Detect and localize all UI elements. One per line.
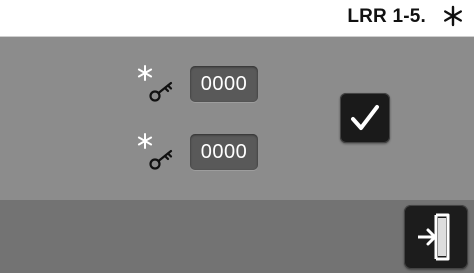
main-panel [0, 37, 474, 200]
key-asterisk-icon [136, 64, 182, 106]
asterisk-icon [442, 5, 464, 27]
code-input-1[interactable]: 0000 [190, 66, 258, 102]
code-input-2[interactable]: 0000 [190, 134, 258, 170]
code-row-1: 0000 [136, 64, 266, 106]
key-asterisk-icon [136, 132, 182, 174]
header-bar: LRR 1-5. [0, 0, 474, 37]
exit-button[interactable] [404, 205, 468, 269]
confirm-button[interactable] [340, 93, 390, 143]
exit-door-icon [418, 213, 450, 261]
checkmark-icon [351, 105, 379, 130]
page-title: LRR 1-5. [347, 6, 426, 27]
lock-code-screen: LRR 1-5. 0000 0000 [0, 0, 474, 273]
code-row-2: 0000 [136, 132, 266, 174]
footer-panel [0, 200, 474, 273]
